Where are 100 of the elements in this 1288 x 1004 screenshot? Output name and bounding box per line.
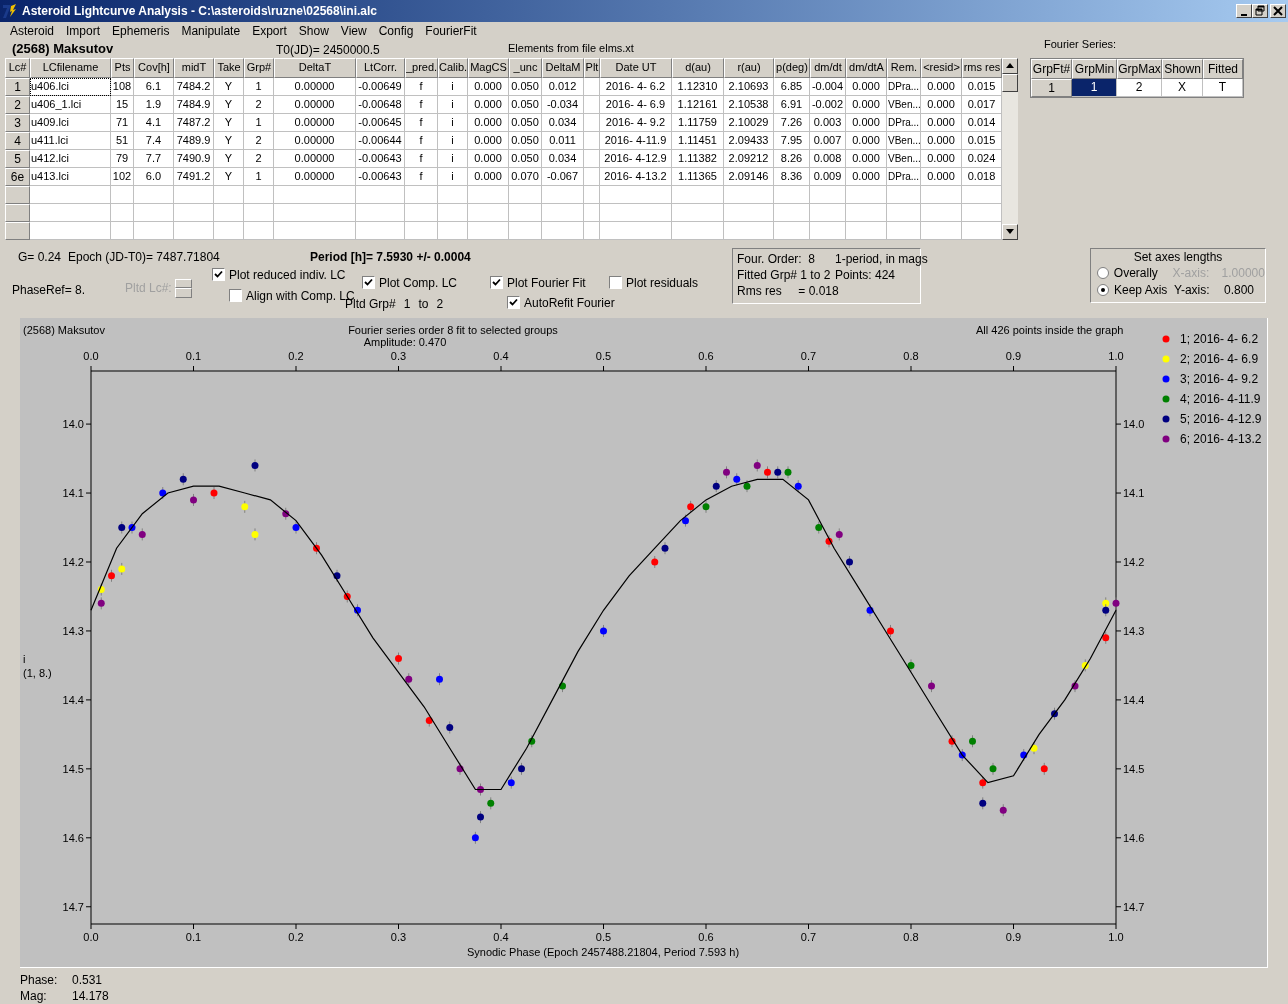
table-cell: VBen...	[887, 95, 921, 114]
table-cell: f	[405, 167, 438, 186]
table-cell: 7.95	[774, 131, 810, 150]
table-cell: 0.00000	[274, 77, 356, 96]
tick-label: 0.5	[595, 931, 612, 943]
table-cell: 0.011	[542, 131, 584, 150]
menu-item[interactable]: Config	[372, 21, 420, 40]
table-cell: 0.000	[468, 113, 509, 132]
table-cell: 2.10693	[724, 77, 774, 96]
table-cell: 1.9	[134, 95, 174, 114]
table-cell: 108	[111, 77, 134, 96]
column-header[interactable]: dm/dtA	[846, 57, 887, 78]
chart-annotation: All 426 points inside the graph	[976, 324, 1124, 336]
column-header[interactable]: midT	[174, 57, 214, 78]
table-cell: u406_1.lci	[30, 95, 111, 114]
tick-label: 1.0	[1108, 931, 1124, 943]
legend-label: 5; 2016- 4-12.9	[1180, 412, 1262, 426]
column-header[interactable]: Grp#	[244, 57, 274, 78]
table-cell: 2016- 4-13.2	[600, 167, 672, 186]
table-cell: 2	[244, 95, 274, 114]
tick-label: 0.5	[595, 350, 612, 362]
column-header[interactable]: DeltaT	[274, 57, 356, 78]
tick-label: 14.6	[62, 831, 84, 844]
table-cell: u406.lci	[30, 77, 111, 96]
table-cell: 1.12310	[672, 77, 724, 96]
legend-label: 3; 2016- 4- 9.2	[1180, 372, 1259, 386]
tick-label: 14.1	[1123, 487, 1145, 500]
table-cell: 0.000	[921, 95, 962, 114]
menu-item[interactable]: Export	[246, 21, 293, 40]
tick-label: 14.1	[62, 487, 84, 500]
column-header[interactable]: <resid>	[921, 57, 962, 78]
table-cell: DPra...	[887, 113, 921, 132]
table-cell: 0.000	[468, 149, 509, 168]
legend-label: 1; 2016- 4- 6.2	[1180, 332, 1259, 346]
column-header[interactable]: Fitted	[1203, 58, 1243, 79]
column-header[interactable]: Cov[h]	[134, 57, 174, 78]
column-header[interactable]: LCfilename	[30, 57, 111, 78]
status-label: Mag:	[20, 988, 48, 1004]
table-cell: 0.00000	[274, 113, 356, 132]
tick-label: 14.3	[62, 624, 84, 637]
column-header[interactable]: Take	[214, 57, 244, 78]
column-header[interactable]: _unc	[509, 57, 542, 78]
table-cell: 0.009	[810, 167, 846, 186]
column-header[interactable]: dm/dt	[810, 57, 846, 78]
column-header[interactable]: rms res	[962, 57, 1002, 78]
table-cell: 0.00000	[274, 95, 356, 114]
menu-item[interactable]: Import	[60, 21, 107, 40]
table-cell: i	[438, 113, 468, 132]
phaseref-value: PhaseRef= 8.	[12, 281, 87, 299]
menu-item[interactable]: Asteroid	[4, 21, 61, 40]
table-cell: 0.070	[509, 167, 542, 186]
column-header[interactable]: GrpMin	[1072, 58, 1117, 79]
column-header[interactable]: LtCorr.	[356, 57, 405, 78]
table-cell: 0.050	[509, 95, 542, 114]
table-cell: 2016- 4- 9.2	[600, 113, 672, 132]
y-axis-label: i	[23, 653, 26, 665]
tick-label: 0.8	[903, 931, 919, 943]
table-cell: 1	[244, 77, 274, 96]
table-cell: 0.000	[468, 95, 509, 114]
column-header[interactable]: Rem.	[887, 57, 921, 78]
t0-label: T0(JD)= 2450000.5	[276, 41, 381, 59]
column-header[interactable]: d(au)	[672, 57, 724, 78]
column-header[interactable]: GrpMax	[1117, 58, 1162, 79]
tick-label: 0.2	[288, 931, 304, 943]
table-cell: -0.067	[542, 167, 584, 186]
column-header[interactable]: p(deg)	[774, 57, 810, 78]
table-cell: 0.000	[468, 167, 509, 186]
table-cell: 2.09212	[724, 149, 774, 168]
column-header[interactable]: Pts	[111, 57, 134, 78]
column-header[interactable]: Shown	[1162, 58, 1203, 79]
tick-label: 0.1	[185, 350, 202, 362]
table-cell: 15	[111, 95, 134, 114]
tick-label: 14.2	[62, 556, 84, 568]
menu-item[interactable]: Ephemeris	[106, 21, 176, 40]
column-header[interactable]: MagCS	[468, 57, 509, 78]
table-cell: i	[438, 95, 468, 114]
table-cell: 79	[111, 149, 134, 168]
axes-title: Set axes lengths	[1133, 248, 1223, 265]
column-header[interactable]: _pred.	[405, 57, 438, 78]
column-header[interactable]: Date UT	[600, 57, 672, 78]
table-cell: 2016- 4- 6.9	[600, 95, 672, 114]
column-header[interactable]: Lc#	[5, 57, 30, 78]
column-header[interactable]: Calib.	[438, 57, 468, 78]
table-cell: 0.003	[810, 113, 846, 132]
legend-label: 6; 2016- 4-13.2	[1180, 432, 1262, 446]
table-cell: Y	[214, 149, 244, 168]
table-cell: 6.85	[774, 77, 810, 96]
checkbox-label: Plot reduced indiv. LC	[229, 266, 346, 284]
menu-item[interactable]: Show	[292, 21, 335, 40]
table-cell: 1	[244, 113, 274, 132]
table-cell: 0.000	[921, 113, 962, 132]
menu-item[interactable]: View	[334, 21, 373, 40]
table-cell: 0.000	[846, 131, 887, 150]
column-header[interactable]: Plt	[584, 57, 600, 78]
menu-item[interactable]: Manipulate	[175, 21, 247, 40]
table-cell: -0.00644	[356, 131, 405, 150]
column-header[interactable]: GrpFt#	[1031, 58, 1072, 79]
column-header[interactable]: DeltaM	[542, 57, 584, 78]
column-header[interactable]: r(au)	[724, 57, 774, 78]
menu-item[interactable]: FourierFit	[419, 21, 483, 40]
